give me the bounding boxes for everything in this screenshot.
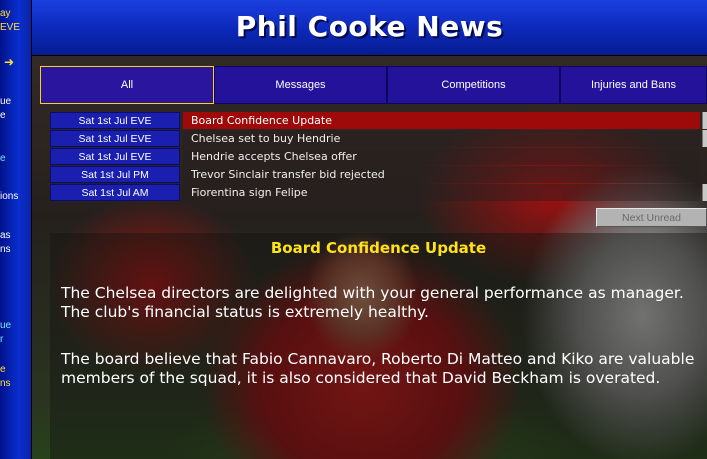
article-paragraph: The board believe that Fabio Cannavaro, … <box>61 350 695 387</box>
sidebar-item[interactable]: e <box>0 110 31 122</box>
page-title: Phil Cooke News <box>235 10 504 43</box>
sidebar-item[interactable]: ns <box>0 378 31 390</box>
news-headline[interactable]: Fiorentina sign Felipe <box>183 184 700 201</box>
sidebar-item[interactable]: e <box>0 153 31 165</box>
news-date: Sat 1st Jul EVE <box>50 130 180 147</box>
news-headline[interactable]: Hendrie accepts Chelsea offer <box>183 148 700 165</box>
news-headline[interactable]: Trevor Sinclair transfer bid rejected <box>183 166 700 183</box>
news-row[interactable]: Sat 1st Jul AM Fiorentina sign Felipe <box>50 184 707 201</box>
news-date: Sat 1st Jul PM <box>50 166 180 183</box>
scrollbar[interactable] <box>702 112 707 129</box>
tab-competitions[interactable]: Competitions <box>387 66 560 104</box>
sidebar-item[interactable]: e <box>0 364 31 376</box>
news-row[interactable]: Sat 1st Jul EVE Board Confidence Update <box>50 112 707 129</box>
article-title: Board Confidence Update <box>270 239 487 257</box>
news-row[interactable]: Sat 1st Jul EVE Hendrie accepts Chelsea … <box>50 148 707 165</box>
sidebar: ay EVE ➜ ue e e ions as ns ue r e ns <box>0 0 32 459</box>
news-date: Sat 1st Jul AM <box>50 184 180 201</box>
sidebar-item[interactable]: as <box>0 230 31 242</box>
sidebar-item[interactable]: ay <box>0 8 31 20</box>
next-unread-button[interactable]: Next Unread <box>596 208 707 227</box>
tab-bar: All Messages Competitions Injuries and B… <box>40 66 707 104</box>
tab-all[interactable]: All <box>40 66 214 104</box>
scrollbar[interactable] <box>702 184 707 201</box>
sidebar-item[interactable]: EVE <box>0 22 31 34</box>
news-row[interactable]: Sat 1st Jul PM Trevor Sinclair transfer … <box>50 166 707 183</box>
news-date: Sat 1st Jul EVE <box>50 112 180 129</box>
news-headline[interactable]: Chelsea set to buy Hendrie <box>183 130 700 147</box>
article-panel <box>50 233 707 459</box>
news-row[interactable]: Sat 1st Jul EVE Chelsea set to buy Hendr… <box>50 130 707 147</box>
sidebar-item[interactable]: ue <box>0 96 31 108</box>
sidebar-item[interactable]: ns <box>0 244 31 256</box>
arrow-right-icon[interactable]: ➜ <box>4 56 31 68</box>
scrollbar[interactable] <box>702 130 707 147</box>
sidebar-item[interactable]: ue <box>0 320 31 332</box>
header: Phil Cooke News <box>32 0 707 56</box>
sidebar-item[interactable]: r <box>0 334 31 346</box>
tab-messages[interactable]: Messages <box>214 66 387 104</box>
news-date: Sat 1st Jul EVE <box>50 148 180 165</box>
news-headline[interactable]: Board Confidence Update <box>183 112 700 129</box>
article-paragraph: The Chelsea directors are delighted with… <box>61 284 684 321</box>
sidebar-item[interactable]: ions <box>0 191 31 203</box>
tab-injuries-and-bans[interactable]: Injuries and Bans <box>560 66 707 104</box>
